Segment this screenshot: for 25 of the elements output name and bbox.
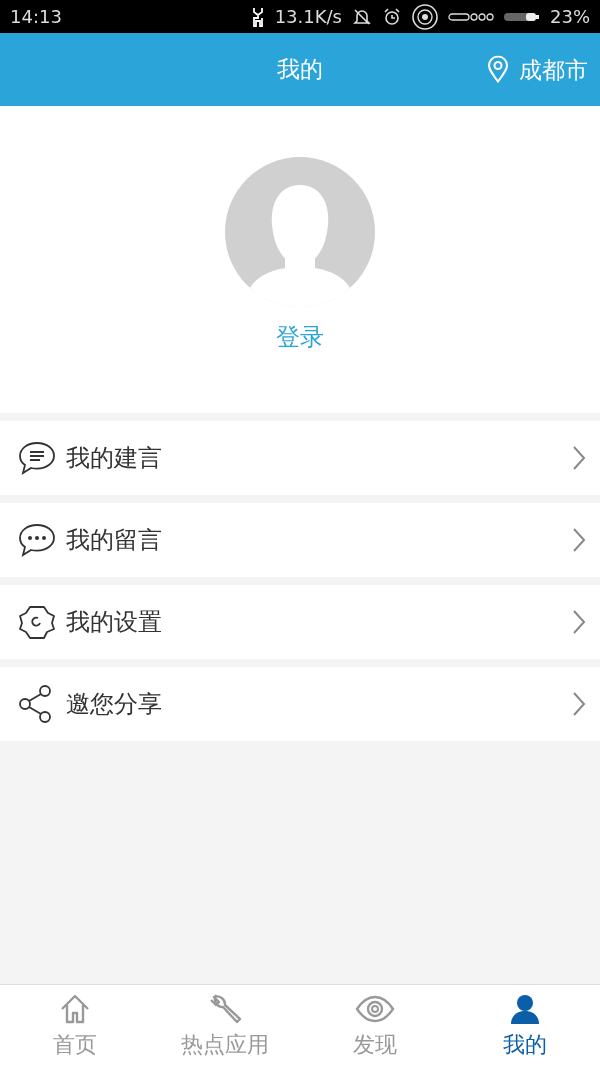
tab[interactable]: 我的 [450, 985, 600, 1067]
person-icon [508, 992, 542, 1026]
menu-item[interactable]: 我的建言 [0, 421, 600, 495]
status-time: 14:13 [10, 6, 62, 27]
wrench-icon [208, 992, 242, 1026]
chevron-right-icon [572, 609, 586, 635]
settings-icon [18, 604, 56, 640]
speech-bubble-lines-icon [18, 441, 56, 475]
alarm-icon [382, 6, 402, 27]
battery-icon [504, 11, 540, 22]
chevron-right-icon [572, 527, 586, 553]
signal-icon [448, 11, 494, 22]
chevron-right-icon [572, 445, 586, 471]
page-title: 我的 [277, 55, 323, 84]
location-pin-icon [487, 55, 509, 84]
menu-item[interactable]: 我的留言 [0, 503, 600, 577]
network-speed: 13.1K/s [274, 6, 342, 27]
menu-item[interactable]: 邀您分享 [0, 667, 600, 741]
battery-percent: 23% [550, 6, 590, 27]
disc-icon [412, 3, 438, 30]
bell-muted-icon [352, 6, 372, 27]
avatar[interactable] [225, 157, 375, 307]
speech-bubble-dots-icon [18, 523, 56, 557]
menu-item[interactable]: 我的设置 [0, 585, 600, 659]
chevron-right-icon [572, 691, 586, 717]
